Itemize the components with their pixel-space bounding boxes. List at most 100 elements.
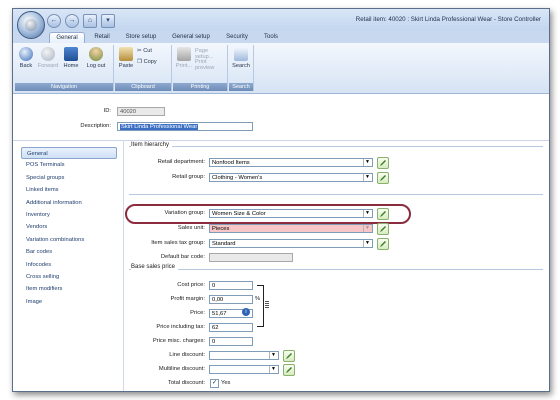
window-title: Retail item: 40020 : Skirt Linda Profess… (355, 16, 541, 23)
item-hierarchy-divider (129, 194, 543, 196)
base-sales-price-rule (129, 269, 543, 271)
info-icon[interactable]: i (242, 308, 250, 316)
link-icon[interactable] (265, 301, 269, 309)
nav-item-general[interactable]: General (21, 147, 117, 160)
tab-security[interactable]: Security (219, 32, 255, 43)
multiline-discount-select[interactable]: ▼ (209, 365, 279, 374)
price-incl-tax-field[interactable]: 62 (209, 323, 253, 332)
forward-button[interactable]: Forward (37, 47, 59, 69)
item-header: ID: 40020 Description: Skirt Linda Profe… (13, 94, 549, 141)
scissors-icon: ✂ (137, 48, 142, 54)
price-incl-tax-label: Price including tax: (156, 324, 205, 330)
copy-button[interactable]: ❐ Copy (137, 59, 157, 65)
nav-item-additional-information[interactable]: Additional information (21, 197, 117, 209)
navigation-group: Back Forward Home Log out Navigation (15, 45, 114, 91)
edit-line-discount-button[interactable] (283, 350, 295, 362)
nav-item-cross-selling[interactable]: Cross selling (21, 271, 117, 283)
clipboard-group: Paste ✂ Cut ❐ Copy Clipboard (115, 45, 172, 91)
chevron-down-icon[interactable]: ▼ (269, 352, 277, 359)
qat-dropdown-icon[interactable]: ▾ (101, 14, 115, 28)
item-sections-nav: General POS Terminals Special groups Lin… (21, 147, 117, 317)
edit-retail-group-button[interactable] (377, 172, 389, 184)
default-barcode-label: Default bar code: (160, 254, 205, 260)
chevron-down-icon[interactable]: ▼ (363, 174, 371, 181)
sales-unit-value: Pieces (212, 226, 230, 232)
tax-group-select[interactable]: Standard ▼ (209, 239, 373, 248)
application-menu-button[interactable] (17, 11, 45, 39)
chevron-down-icon[interactable]: ▼ (363, 159, 371, 166)
description-label: Description: (80, 123, 111, 129)
edit-sales-unit-button[interactable] (377, 223, 389, 235)
paste-button[interactable]: Paste (117, 47, 135, 69)
nav-item-vendors[interactable]: Vendors (21, 221, 117, 233)
total-discount-label: Total discount: (167, 380, 205, 386)
cost-price-label: Cost price: (177, 282, 205, 288)
search-button[interactable]: Search (231, 47, 251, 69)
qat-forward-icon[interactable]: → (65, 14, 79, 28)
total-discount-checkbox[interactable]: ✓ (210, 379, 219, 388)
qat-home-icon[interactable]: ⌂ (83, 14, 97, 28)
profit-margin-label: Profit margin: (170, 296, 205, 302)
logout-button[interactable]: Log out (83, 47, 109, 69)
chevron-down-icon[interactable]: ▼ (269, 366, 277, 373)
nav-item-special-groups[interactable]: Special groups (21, 172, 117, 184)
back-button[interactable]: Back (17, 47, 35, 69)
qat-back-icon[interactable]: ← (47, 14, 61, 28)
item-hierarchy-rule (129, 146, 543, 148)
chevron-down-icon[interactable]: ▼ (363, 225, 371, 232)
nav-item-inventory[interactable]: Inventory (21, 209, 117, 221)
edit-variation-group-button[interactable] (377, 208, 389, 220)
line-discount-select[interactable]: ▼ (209, 351, 279, 360)
description-value: Skirt Linda Professional Wear (120, 124, 199, 130)
total-discount-value: Yes (221, 380, 231, 386)
copy-icon: ❐ (137, 59, 143, 65)
search-group-label: Search (229, 83, 253, 91)
profit-margin-field[interactable]: 0,00 (209, 295, 253, 304)
edit-tax-group-button[interactable] (377, 238, 389, 250)
nav-item-image[interactable]: Image (21, 296, 117, 308)
cut-button[interactable]: ✂ Cut (137, 48, 152, 54)
edit-retail-department-button[interactable] (377, 157, 389, 169)
tax-group-value: Standard (212, 241, 236, 247)
default-barcode-field[interactable] (209, 253, 293, 262)
logout-icon (89, 47, 103, 61)
id-field[interactable]: 40020 (117, 107, 165, 116)
sales-unit-select[interactable]: Pieces ▼ (209, 224, 373, 233)
tab-general-setup[interactable]: General setup (165, 32, 217, 43)
retail-group-select[interactable]: Clothing - Women's ▼ (209, 173, 373, 182)
cost-price-field[interactable]: 0 (209, 281, 253, 290)
chevron-down-icon[interactable]: ▼ (363, 240, 371, 247)
search-group: Search Search (229, 45, 254, 91)
nav-item-item-modifiers[interactable]: Item modifiers (21, 283, 117, 295)
ribbon-tabs: General Retail Store setup General setup… (13, 31, 549, 44)
forward-icon (41, 47, 55, 61)
retail-department-select[interactable]: Nonfood Items ▼ (209, 158, 373, 167)
nav-item-infocodes[interactable]: Infocodes (21, 259, 117, 271)
nav-divider (123, 140, 124, 391)
home-icon (64, 47, 78, 61)
misc-charges-label: Price misc. charges: (152, 338, 205, 344)
nav-item-variation-combinations[interactable]: Variation combinations (21, 234, 117, 246)
variation-group-select[interactable]: Women Size & Color ▼ (209, 209, 373, 218)
description-field[interactable]: Skirt Linda Professional Wear (117, 122, 253, 131)
tab-tools[interactable]: Tools (257, 32, 285, 43)
price-label: Price: (190, 310, 205, 316)
clipboard-group-label: Clipboard (115, 83, 171, 91)
nav-item-pos-terminals[interactable]: POS Terminals (21, 159, 117, 171)
edit-multiline-discount-button[interactable] (283, 364, 295, 376)
misc-charges-field[interactable]: 0 (209, 337, 253, 346)
chevron-down-icon[interactable]: ▼ (363, 210, 371, 217)
pencil-icon (380, 226, 386, 232)
home-button[interactable]: Home (62, 47, 80, 69)
nav-item-linked-items[interactable]: Linked items (21, 184, 117, 196)
print-preview-button[interactable]: Print preview (195, 59, 227, 71)
app-window: ← → ⌂ ▾ Retail item: 40020 : Skirt Linda… (12, 8, 550, 392)
tab-store-setup[interactable]: Store setup (119, 32, 163, 43)
tax-group-label: Item sales tax group: (151, 240, 205, 246)
pencil-icon (380, 211, 386, 217)
tab-retail[interactable]: Retail (87, 32, 117, 43)
pencil-icon (286, 367, 292, 373)
print-button[interactable]: Print... (175, 47, 193, 69)
printing-group-label: Printing (173, 83, 227, 91)
nav-item-bar-codes[interactable]: Bar codes (21, 246, 117, 258)
